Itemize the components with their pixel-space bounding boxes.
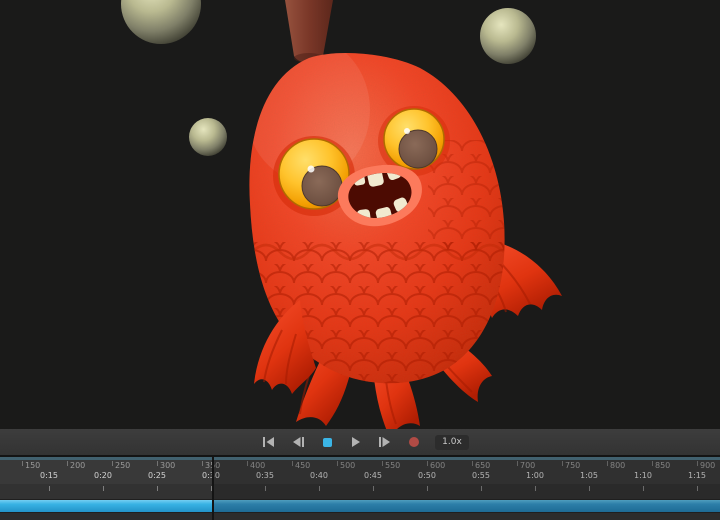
timeline-progress-track[interactable] bbox=[0, 499, 720, 513]
goldfish-character bbox=[240, 0, 562, 429]
frame-number-label: 300 bbox=[160, 461, 175, 470]
time-tick bbox=[103, 486, 104, 491]
progress-remaining bbox=[212, 500, 720, 512]
bubble bbox=[480, 8, 536, 64]
step-back-button[interactable] bbox=[290, 434, 306, 450]
frame-tick bbox=[202, 461, 203, 466]
fish-artwork bbox=[0, 0, 720, 429]
record-button[interactable] bbox=[406, 434, 422, 450]
playhead[interactable] bbox=[212, 456, 214, 520]
play-button[interactable] bbox=[348, 434, 364, 450]
stop-icon bbox=[323, 438, 332, 447]
skip-start-icon bbox=[263, 437, 275, 447]
frame-tick bbox=[157, 461, 158, 466]
bottom-strip bbox=[0, 513, 720, 520]
record-icon bbox=[409, 437, 419, 447]
animation-player-window: 1.0x 15020025030035040045050055060065070… bbox=[0, 0, 720, 520]
step-forward-icon bbox=[379, 437, 391, 447]
ruler-future-shade bbox=[212, 460, 720, 499]
bubble bbox=[189, 118, 227, 156]
frame-number-label: 200 bbox=[70, 461, 85, 470]
stop-button[interactable] bbox=[319, 434, 335, 450]
time-label: 0:20 bbox=[94, 471, 112, 480]
frame-number-label: 150 bbox=[25, 461, 40, 470]
step-forward-button[interactable] bbox=[377, 434, 393, 450]
frame-number-label: 250 bbox=[115, 461, 130, 470]
transport-bar: 1.0x bbox=[0, 429, 720, 455]
time-label: 0:25 bbox=[148, 471, 166, 480]
frame-tick bbox=[22, 461, 23, 466]
time-tick bbox=[157, 486, 158, 491]
play-icon bbox=[351, 437, 361, 447]
frame-tick bbox=[112, 461, 113, 466]
time-label: 0:15 bbox=[40, 471, 58, 480]
progress-played bbox=[0, 500, 212, 512]
bubble bbox=[121, 0, 201, 44]
playback-speed-badge[interactable]: 1.0x bbox=[435, 435, 469, 450]
canvas-viewport[interactable] bbox=[0, 0, 720, 429]
frame-tick bbox=[67, 461, 68, 466]
step-back-icon bbox=[292, 437, 304, 447]
time-tick bbox=[49, 486, 50, 491]
skip-to-start-button[interactable] bbox=[261, 434, 277, 450]
